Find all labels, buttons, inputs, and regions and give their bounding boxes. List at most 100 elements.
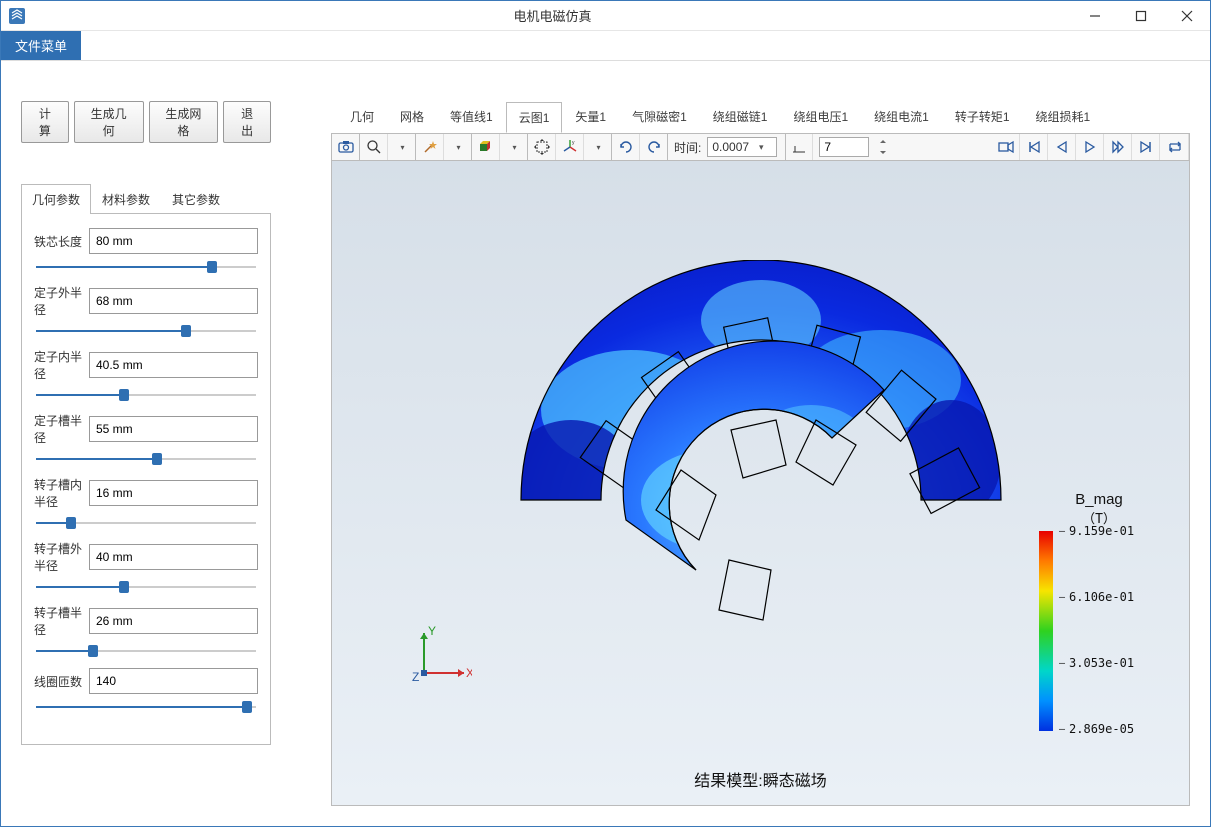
time-select[interactable]: 0.0007▾ <box>707 137 777 157</box>
skip-start-icon[interactable] <box>1020 134 1048 160</box>
content: 计算 生成几何 生成网格 退出 几何参数 材料参数 其它参数 铁芯长度 定 <box>1 61 1210 826</box>
minimize-button[interactable] <box>1072 1 1118 31</box>
zoom-dropdown-icon[interactable]: ▾ <box>388 134 416 160</box>
param-row: 铁芯长度 <box>34 228 258 274</box>
param-slider[interactable] <box>36 580 256 594</box>
time-label: 时间: <box>668 139 707 156</box>
file-menu[interactable]: 文件菜单 <box>1 31 81 60</box>
close-button[interactable] <box>1164 1 1210 31</box>
frame-input[interactable] <box>819 137 869 157</box>
param-input[interactable] <box>89 608 258 634</box>
param-slider[interactable] <box>36 388 256 402</box>
contour-plot <box>481 260 1041 680</box>
param-input[interactable] <box>89 416 258 442</box>
svg-text:y: y <box>572 140 575 146</box>
right-panel: 几何网格等值线1云图1矢量1气隙磁密1绕组磁链1绕组电压1绕组电流1转子转矩1绕… <box>331 101 1190 806</box>
param-input[interactable] <box>89 352 258 378</box>
play-icon[interactable] <box>1076 134 1104 160</box>
plot-toolbar: ▾ ▾ ▾ y ▾ 时间: 0.0007▾ <box>331 133 1190 161</box>
plot-tab[interactable]: 绕组磁链1 <box>700 101 781 132</box>
legend-ticks: 9.159e-016.106e-013.053e-012.869e-05 <box>1053 531 1159 731</box>
wand-icon[interactable] <box>416 134 444 160</box>
param-slider[interactable] <box>36 452 256 466</box>
plot-area[interactable]: X Y Z B_mag （T） 9.159e-016.106e-013.053e… <box>331 161 1190 806</box>
param-row: 转子槽外半径 <box>34 540 258 594</box>
axes-dropdown-icon[interactable]: ▾ <box>584 134 612 160</box>
rotate-ccw-icon[interactable] <box>612 134 640 160</box>
param-row: 定子外半径 <box>34 284 258 338</box>
tab-material-params[interactable]: 材料参数 <box>91 184 161 214</box>
param-label: 定子外半径 <box>34 284 85 318</box>
param-row: 定子内半径 <box>34 348 258 402</box>
svg-text:X: X <box>466 666 472 680</box>
axes-icon[interactable]: y <box>556 134 584 160</box>
params-body: 铁芯长度 定子外半径 定子内半径 <box>21 214 271 745</box>
color-legend: B_mag （T） 9.159e-016.106e-013.053e-012.8… <box>1039 491 1159 731</box>
gen-geometry-button[interactable]: 生成几何 <box>74 101 144 143</box>
time-value: 0.0007 <box>712 140 749 154</box>
param-label: 转子槽半径 <box>34 604 85 638</box>
legend-title: B_mag <box>1039 491 1159 508</box>
param-input[interactable] <box>89 288 258 314</box>
legend-tick: 9.159e-01 <box>1059 524 1134 538</box>
param-slider[interactable] <box>36 516 256 530</box>
tab-other-params[interactable]: 其它参数 <box>161 184 231 214</box>
rotate-cw-icon[interactable] <box>640 134 668 160</box>
move-icon[interactable] <box>528 134 556 160</box>
param-input[interactable] <box>89 544 258 570</box>
param-label: 定子内半径 <box>34 348 85 382</box>
param-slider[interactable] <box>36 700 256 714</box>
frame-spinner-icon[interactable] <box>869 134 897 160</box>
left-panel: 计算 生成几何 生成网格 退出 几何参数 材料参数 其它参数 铁芯长度 定 <box>21 101 271 806</box>
param-input[interactable] <box>89 480 258 506</box>
svg-text:Z: Z <box>412 670 419 684</box>
gen-mesh-button[interactable]: 生成网格 <box>149 101 219 143</box>
exit-button[interactable]: 退出 <box>223 101 271 143</box>
play-reverse-icon[interactable] <box>1048 134 1076 160</box>
app-icon <box>7 6 27 26</box>
param-slider[interactable] <box>36 644 256 658</box>
plot-tab[interactable]: 绕组电压1 <box>780 101 861 132</box>
param-slider[interactable] <box>36 324 256 338</box>
timeline-icon[interactable] <box>785 134 813 160</box>
plot-tab[interactable]: 转子转矩1 <box>942 101 1023 132</box>
param-label: 线圈匝数 <box>34 673 85 690</box>
legend-tick: 3.053e-01 <box>1059 656 1134 670</box>
record-icon[interactable] <box>992 134 1020 160</box>
param-tabs: 几何参数 材料参数 其它参数 <box>21 183 271 214</box>
cube-icon[interactable] <box>472 134 500 160</box>
plot-tab[interactable]: 网格 <box>387 101 437 132</box>
wand-dropdown-icon[interactable]: ▾ <box>444 134 472 160</box>
skip-end-icon[interactable] <box>1132 134 1160 160</box>
fast-forward-icon[interactable] <box>1104 134 1132 160</box>
param-label: 转子槽内半径 <box>34 476 85 510</box>
zoom-icon[interactable] <box>360 134 388 160</box>
cube-dropdown-icon[interactable]: ▾ <box>500 134 528 160</box>
camera-icon[interactable] <box>332 134 360 160</box>
legend-colorbar <box>1039 531 1053 731</box>
plot-tab[interactable]: 等值线1 <box>437 101 506 132</box>
plot-footer: 结果模型:瞬态磁场 <box>694 767 826 791</box>
loop-icon[interactable] <box>1161 134 1189 160</box>
plot-tab[interactable]: 云图1 <box>506 102 563 133</box>
plot-tab[interactable]: 几何 <box>337 101 387 132</box>
axis-triad: X Y Z <box>412 625 472 685</box>
maximize-button[interactable] <box>1118 1 1164 31</box>
param-label: 铁芯长度 <box>34 233 85 250</box>
plot-tab[interactable]: 气隙磁密1 <box>619 101 700 132</box>
compute-button[interactable]: 计算 <box>21 101 69 143</box>
plot-tabs: 几何网格等值线1云图1矢量1气隙磁密1绕组磁链1绕组电压1绕组电流1转子转矩1绕… <box>331 101 1190 133</box>
plot-tab[interactable]: 绕组损耗1 <box>1023 101 1104 132</box>
param-input[interactable] <box>89 228 258 254</box>
param-input[interactable] <box>89 668 258 694</box>
plot-tab[interactable]: 绕组电流1 <box>861 101 942 132</box>
plot-tab[interactable]: 矢量1 <box>562 101 619 132</box>
param-label: 定子槽半径 <box>34 412 85 446</box>
param-row: 定子槽半径 <box>34 412 258 466</box>
param-label: 转子槽外半径 <box>34 540 85 574</box>
titlebar: 电机电磁仿真 <box>1 1 1210 31</box>
param-row: 转子槽内半径 <box>34 476 258 530</box>
window-title: 电机电磁仿真 <box>33 6 1072 25</box>
tab-geometry-params[interactable]: 几何参数 <box>21 184 91 214</box>
param-slider[interactable] <box>36 260 256 274</box>
